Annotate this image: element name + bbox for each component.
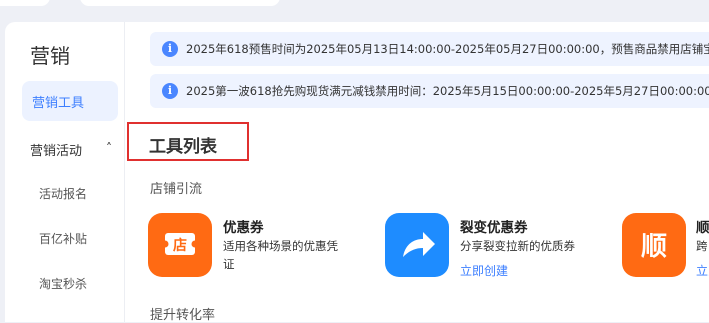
top-bar xyxy=(0,0,709,22)
sidebar-item-marketing-tools[interactable]: 营销工具 xyxy=(22,81,118,121)
tool-name-shun[interactable]: 顺 xyxy=(696,216,709,236)
group-title-improve-conversion: 提升转化率 xyxy=(150,308,216,323)
sidebar-item-taobao-flash-sale[interactable]: 淘宝秒杀 xyxy=(39,275,87,292)
notice-text: 2025第一波618抢先购现货满元减钱禁用时间：2025年5月15日00:00:… xyxy=(186,84,709,98)
tool-name-coupon[interactable]: 优惠券 xyxy=(223,216,264,236)
tool-desc-coupon-line1: 适用各种场景的优惠凭 xyxy=(223,239,338,253)
top-search-bar[interactable] xyxy=(80,0,280,6)
share-arrow-icon[interactable] xyxy=(385,213,449,277)
shun-icon[interactable]: 顺 xyxy=(622,213,686,277)
create-now-link[interactable]: 立即创建 xyxy=(460,262,508,279)
tool-desc-coupon-line2: 证 xyxy=(223,257,235,271)
coupon-icon-glyph: 店 xyxy=(173,237,187,254)
shun-icon-glyph: 顺 xyxy=(641,232,667,262)
tool-name-fission-coupon[interactable]: 裂变优惠券 xyxy=(460,216,528,236)
sidebar-item-activity-signup[interactable]: 活动报名 xyxy=(39,185,87,202)
chevron-up-icon[interactable]: ˄ xyxy=(106,141,112,155)
info-icon: i xyxy=(162,83,178,99)
tool-list-title: 工具列表 xyxy=(149,137,217,157)
tool-desc-fission-coupon: 分享裂变拉新的优质券 xyxy=(460,239,575,253)
info-icon: i xyxy=(162,41,178,57)
tool-desc-shun: 跨 xyxy=(696,239,708,253)
sidebar-item-billion-subsidy[interactable]: 百亿补贴 xyxy=(39,230,87,247)
notice-banner: i 2025年618预售时间为2025年05月13日14:00:00-2025年… xyxy=(150,32,709,66)
notice-banner: i 2025第一波618抢先购现货满元减钱禁用时间：2025年5月15日00:0… xyxy=(150,74,709,108)
top-tab[interactable] xyxy=(0,0,50,6)
sidebar-section-marketing-activities[interactable]: 营销活动 xyxy=(30,140,82,159)
create-now-link[interactable]: 立即 xyxy=(696,262,709,279)
group-title-shop-traffic: 店铺引流 xyxy=(150,182,203,197)
notice-text: 2025年618预售时间为2025年05月13日14:00:00-2025年05… xyxy=(186,42,709,56)
sidebar-title: 营销 xyxy=(30,44,70,68)
coupon-shop-icon[interactable]: 店 xyxy=(148,213,212,277)
sidebar-item-label: 营销工具 xyxy=(32,96,85,111)
